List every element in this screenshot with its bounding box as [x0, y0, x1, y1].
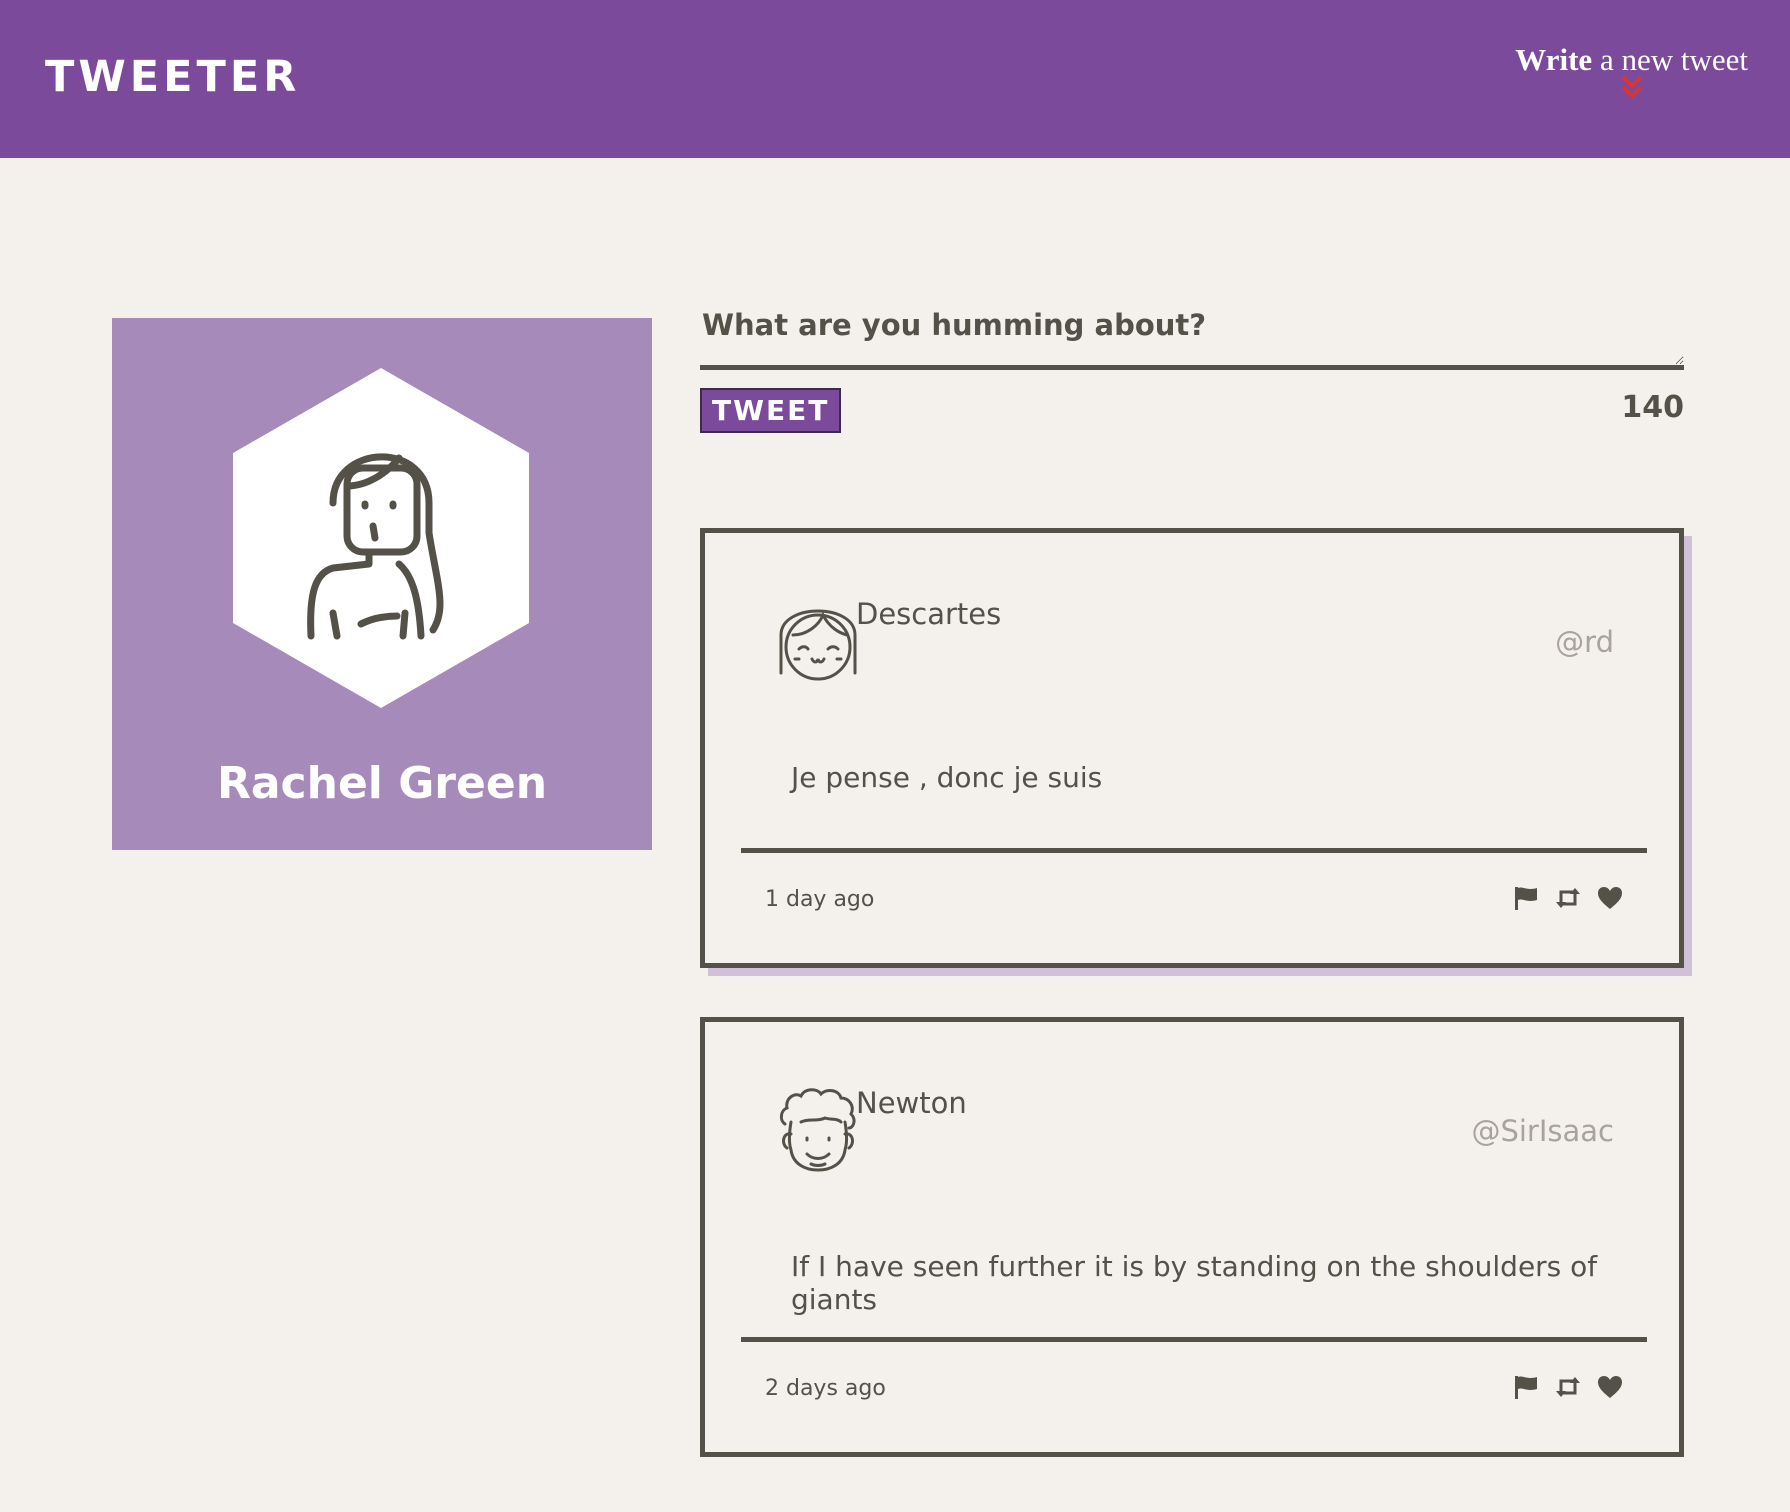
flag-icon[interactable] [1513, 1374, 1539, 1400]
tweet-divider [741, 1337, 1647, 1342]
tweet-card: Newton @SirIsaac If I have seen further … [700, 1017, 1684, 1457]
tweet-actions [1513, 885, 1623, 911]
retweet-icon[interactable] [1555, 1374, 1581, 1400]
tweet-submit-button[interactable]: TWEET [700, 388, 842, 433]
character-counter: 140 [1621, 390, 1684, 425]
tweet-timestamp: 1 day ago [765, 887, 875, 912]
tweet-input[interactable] [700, 300, 1684, 370]
retweet-icon[interactable] [1555, 885, 1581, 911]
tweet-text: Je pense , donc je suis [791, 761, 1103, 794]
curly-hair-avatar-icon [779, 1088, 856, 1172]
tweet-timestamp: 2 days ago [765, 1376, 886, 1401]
tweet-divider [741, 848, 1647, 853]
double-chevron-down-icon[interactable] [1615, 72, 1649, 106]
tweet-text: If I have seen further it is by standing… [791, 1250, 1598, 1316]
write-new-tweet-link[interactable]: Write a new tweet [1515, 42, 1748, 106]
heart-icon[interactable] [1597, 885, 1623, 911]
brand-logo[interactable]: TWEETER [45, 52, 300, 102]
heart-icon[interactable] [1597, 1374, 1623, 1400]
tweet-author-handle[interactable]: @SirIsaac [1471, 1114, 1614, 1148]
profile-card: Rachel Green [112, 318, 652, 850]
tweet-card: Descartes @rd Je pense , donc je suis 1 … [700, 528, 1684, 968]
compose-link-bold-text: Write [1515, 42, 1593, 77]
tweet-author-handle[interactable]: @rd [1555, 625, 1614, 659]
tweet-composer: TWEET 140 [700, 300, 1684, 433]
flag-icon[interactable] [1513, 885, 1539, 911]
top-navigation-bar: TWEETER Write a new tweet [0, 0, 1790, 158]
profile-name: Rachel Green [216, 758, 548, 809]
compose-link-text: a new tweet [1592, 42, 1748, 77]
tweet-actions [1513, 1374, 1623, 1400]
girl-avatar-icon [779, 609, 857, 681]
tweet-author-name[interactable]: Descartes [856, 597, 1001, 631]
woman-avatar-icon [233, 368, 529, 708]
tweet-author-name[interactable]: Newton [856, 1086, 967, 1120]
